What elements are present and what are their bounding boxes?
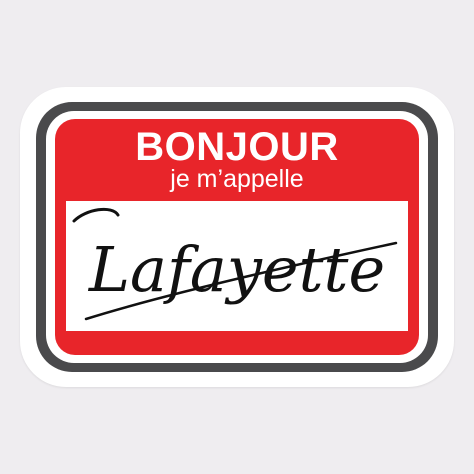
handwritten-name: Lafayette (72, 207, 398, 321)
name-field: Lafayette (66, 201, 408, 331)
name-text: Lafayette (88, 233, 385, 306)
greeting-subline: je m’appelle (170, 165, 304, 193)
sticker-canvas: BONJOUR je m’appelle Lafayette (0, 0, 474, 474)
greeting-headline: BONJOUR (135, 125, 339, 169)
name-tag: BONJOUR je m’appelle Lafayette (55, 119, 419, 355)
capital-flourish (72, 207, 120, 223)
